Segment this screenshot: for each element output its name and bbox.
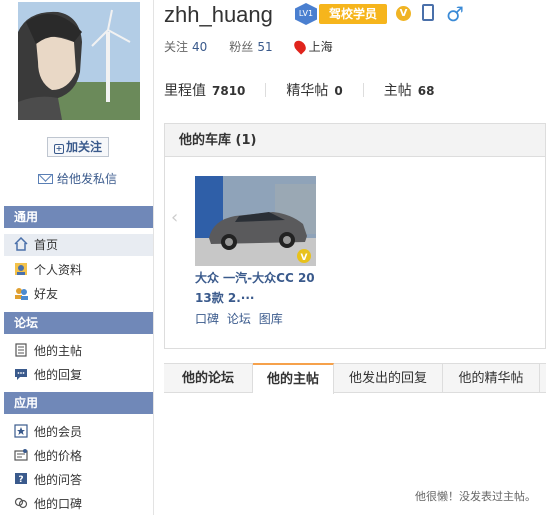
- add-follow-button[interactable]: + 加关注: [47, 137, 109, 157]
- mileage-label: 里程值: [164, 83, 206, 99]
- location-pin-icon: [291, 38, 308, 55]
- sidebar-item-label: 好友: [34, 287, 59, 301]
- section-forum: 论坛: [4, 312, 153, 334]
- car-name-line1: 大众 一汽-大众CC 20: [195, 271, 315, 285]
- sidebar-item-reviews[interactable]: 他的口碑: [4, 493, 153, 515]
- car-link-forum[interactable]: 论坛: [227, 312, 251, 326]
- empty-message: 他很懒！没发表过主帖。: [415, 490, 536, 503]
- fans-label: 粉丝: [229, 40, 254, 54]
- sidebar: + 加关注 给他发私信 通用 首页 个人资料 好友 论坛 他的主帖 他的回复 应用…: [0, 0, 154, 515]
- car-link-gallery[interactable]: 图库: [259, 312, 283, 326]
- sidebar-item-friends[interactable]: 好友: [4, 283, 153, 305]
- tab-essence[interactable]: 他的精华帖: [443, 364, 540, 393]
- avatar-image: [18, 2, 140, 120]
- sidebar-item-membership[interactable]: 他的会员: [4, 421, 153, 443]
- follow-label: 关注: [164, 40, 189, 54]
- profile-icon: [15, 263, 27, 275]
- main-content: zhh_huang LV1 驾校学员 V ♂ 关注 40 粉丝 51 上海 里程值 781…: [154, 0, 546, 515]
- svg-text:?: ?: [18, 475, 23, 485]
- add-follow-label: 加关注: [65, 140, 102, 154]
- car-name-link[interactable]: 大众 一汽-大众CC 20 13款 2.···: [195, 268, 320, 308]
- divider: [265, 83, 267, 97]
- garage-panel: 他的车库 (1) ‹ V 大众 一汽-大众CC 20 13款 2.··· 口碑 …: [164, 123, 546, 349]
- sidebar-item-home[interactable]: 首页: [4, 234, 153, 256]
- sidebar-item-topics[interactable]: 他的主帖: [4, 340, 153, 362]
- avatar[interactable]: [18, 2, 140, 120]
- divider: [362, 83, 364, 97]
- tab-topics[interactable]: 他的主帖: [253, 363, 334, 394]
- forum-tabs: 他的论坛 他的主帖 他发出的回复 他的精华帖: [164, 363, 546, 394]
- car-image[interactable]: V: [195, 176, 316, 266]
- sidebar-item-label: 他的主帖: [34, 344, 83, 358]
- section-apps: 应用: [4, 392, 153, 414]
- sidebar-item-label: 他的价格: [34, 449, 83, 463]
- car-photo: V: [195, 176, 316, 266]
- send-message-link[interactable]: 给他发私信: [38, 170, 117, 187]
- stats-row: 关注 40 粉丝 51 上海: [164, 38, 337, 55]
- location-text: 上海: [308, 40, 333, 54]
- friends-icon: [15, 288, 28, 300]
- plus-icon: +: [53, 144, 64, 154]
- phone-icon[interactable]: [422, 4, 434, 21]
- send-message-label: 给他发私信: [57, 172, 118, 186]
- car-links: 口碑 论坛 图库: [195, 310, 287, 327]
- sidebar-item-label: 他的问答: [34, 473, 83, 487]
- tabs-section-label: 他的论坛: [164, 364, 253, 393]
- title-badge[interactable]: 驾校学员: [319, 4, 387, 24]
- sidebar-item-label: 他的会员: [34, 425, 83, 439]
- topics-value: 68: [417, 84, 435, 98]
- sidebar-item-prices[interactable]: 他的价格: [4, 445, 153, 467]
- document-icon: [15, 343, 27, 357]
- car-link-reviews[interactable]: 口碑: [195, 312, 219, 326]
- star-icon: [14, 424, 28, 438]
- sidebar-item-replies[interactable]: 他的回复: [4, 364, 153, 386]
- envelope-icon: [38, 174, 53, 184]
- fans-count[interactable]: 51: [257, 40, 272, 54]
- garage-title: 他的车库 (1): [165, 124, 545, 157]
- section-general: 通用: [4, 206, 153, 228]
- chevron-left-icon[interactable]: ‹: [171, 209, 181, 227]
- sidebar-item-profile[interactable]: 个人资料: [4, 259, 153, 281]
- sidebar-item-label: 他的回复: [34, 368, 83, 382]
- verified-icon[interactable]: V: [396, 6, 411, 21]
- score-row: 里程值 7810 精华帖 0 主帖 68: [164, 80, 434, 100]
- essence-label: 精华帖: [286, 83, 329, 99]
- username: zhh_huang: [164, 2, 273, 27]
- mileage-value: 7810: [212, 84, 246, 98]
- review-icon: [14, 497, 28, 509]
- sidebar-item-label: 个人资料: [34, 263, 83, 277]
- essence-value: 0: [334, 84, 343, 98]
- sidebar-item-qa[interactable]: ? 他的问答: [4, 469, 153, 491]
- svg-text:V: V: [301, 253, 308, 263]
- sidebar-item-label: 首页: [34, 238, 59, 252]
- question-icon: ?: [15, 473, 27, 485]
- level-badge[interactable]: LV1: [295, 3, 317, 25]
- follow-count[interactable]: 40: [192, 40, 207, 54]
- topics-label: 主帖: [383, 83, 412, 99]
- car-name-line2: 13款 2.···: [195, 291, 255, 305]
- sidebar-item-label: 他的口碑: [34, 497, 83, 511]
- home-icon: [14, 237, 28, 251]
- male-icon: ♂: [446, 2, 464, 26]
- comment-icon: [15, 369, 27, 380]
- price-icon: [14, 449, 28, 461]
- tab-replies[interactable]: 他发出的回复: [334, 364, 443, 393]
